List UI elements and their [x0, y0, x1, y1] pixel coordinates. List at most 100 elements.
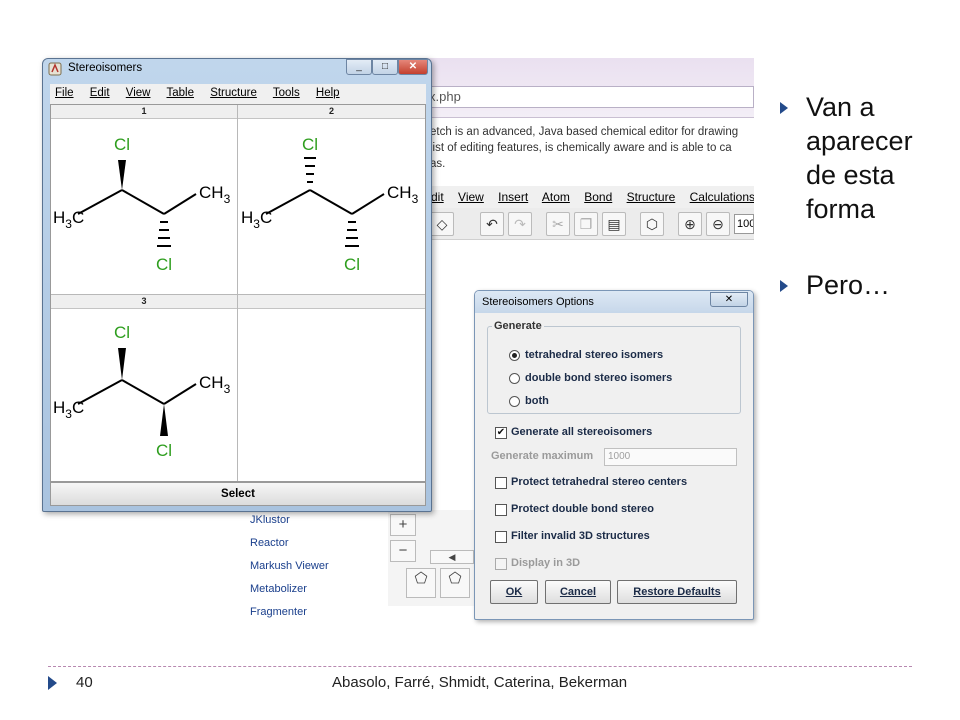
- redo-icon[interactable]: ↷: [508, 212, 532, 236]
- tools-link-list: JKlustor Reactor Markush Viewer Metaboli…: [250, 514, 388, 629]
- link-jklustor[interactable]: JKlustor: [250, 514, 388, 537]
- atom-cl: Cl: [156, 255, 172, 274]
- select-button[interactable]: Select: [50, 482, 426, 506]
- molecule-1[interactable]: Cl Cl H3C CH3: [50, 120, 236, 280]
- pentagon-tool-icon[interactable]: ⬠: [406, 568, 436, 598]
- checkbox-label: Generate all stereoisomers: [511, 426, 653, 438]
- atom-cl: Cl: [344, 255, 360, 274]
- bullet-text-1: Van a aparecer de esta forma: [806, 90, 913, 226]
- group-ch3: CH3: [387, 183, 419, 206]
- group-h3c: H3C: [53, 208, 84, 231]
- menu-table[interactable]: Table: [166, 87, 194, 99]
- menu-structure[interactable]: Structure: [627, 190, 676, 204]
- window-title: Stereoisomers: [68, 62, 143, 74]
- description-line: as.: [430, 158, 446, 170]
- generate-max-label: Generate maximum: [491, 450, 594, 462]
- editor-side-panel: + − ◀ ⬠ ⬠: [388, 510, 474, 606]
- scroll-left-icon[interactable]: ◀: [430, 550, 474, 564]
- menu-file[interactable]: File: [55, 87, 74, 99]
- menu-structure[interactable]: Structure: [210, 87, 257, 99]
- clean-structure-icon[interactable]: ⬡: [640, 212, 664, 236]
- generate-max-input[interactable]: 1000: [604, 448, 737, 466]
- undo-icon[interactable]: ↶: [480, 212, 504, 236]
- bullet-icon: [780, 102, 788, 114]
- radio-label: both: [525, 395, 549, 407]
- link-fragmenter[interactable]: Fragmenter: [250, 606, 388, 629]
- grid-divider: [51, 294, 425, 295]
- generate-legend: Generate: [492, 320, 544, 332]
- bullet-text-2: Pero…: [806, 270, 891, 300]
- menu-tools[interactable]: Tools: [273, 87, 300, 99]
- atom-cl: Cl: [114, 323, 130, 342]
- copy-icon[interactable]: ❐: [574, 212, 598, 236]
- link-metabolizer[interactable]: Metabolizer: [250, 583, 388, 606]
- protect-tetrahedral-checkbox[interactable]: [495, 477, 507, 489]
- footer-divider: [48, 666, 912, 667]
- display-3d-checkbox[interactable]: [495, 558, 507, 570]
- menu-bond[interactable]: Bond: [584, 190, 612, 204]
- restore-defaults-button[interactable]: Restore Defaults: [617, 580, 737, 604]
- group-ch3: CH3: [199, 183, 231, 206]
- group-ch3: CH3: [199, 373, 231, 396]
- menu-view[interactable]: View: [458, 190, 484, 204]
- cut-icon[interactable]: ✂: [546, 212, 570, 236]
- cancel-button[interactable]: Cancel: [545, 580, 611, 604]
- cell-header: 2: [238, 105, 425, 119]
- atom-cl: Cl: [156, 441, 172, 460]
- atom-cl: Cl: [114, 135, 130, 154]
- bullet-line: forma: [806, 194, 876, 224]
- plus-icon[interactable]: +: [390, 514, 416, 536]
- menu-insert[interactable]: Insert: [498, 190, 528, 204]
- group-h3c: H3C: [53, 398, 84, 421]
- stereo-menubar: File Edit View Table Structure Tools Hel…: [50, 84, 426, 104]
- molecule-3[interactable]: Cl Cl H3C CH3: [50, 310, 236, 470]
- zoom-field[interactable]: 100: [734, 214, 754, 234]
- filter-invalid-3d-checkbox[interactable]: [495, 531, 507, 543]
- maximize-icon[interactable]: □: [372, 59, 398, 75]
- checkbox-label: Display in 3D: [511, 557, 581, 569]
- bullet-line: Van a: [806, 92, 875, 122]
- eraser-icon[interactable]: ◇: [430, 212, 454, 236]
- footer-bullet-icon: [48, 676, 57, 690]
- ring-tool-icon[interactable]: ⬠: [440, 568, 470, 598]
- link-reactor[interactable]: Reactor: [250, 537, 388, 560]
- page-description: etch is an advanced, Java based chemical…: [430, 124, 754, 172]
- menu-calculations[interactable]: Calculations: [690, 190, 754, 204]
- generate-all-checkbox[interactable]: ✔: [495, 427, 507, 439]
- group-h3c: H3C: [241, 208, 272, 231]
- radio-both[interactable]: [509, 396, 520, 407]
- address-bar[interactable]: x.php: [388, 86, 754, 108]
- radio-double-bond[interactable]: [509, 373, 520, 384]
- protect-double-bond-checkbox[interactable]: [495, 504, 507, 516]
- editor-menubar: dit View Insert Atom Bond Structure Calc…: [388, 186, 754, 208]
- radio-tetrahedral[interactable]: [509, 350, 520, 361]
- close-icon[interactable]: ✕: [398, 59, 428, 75]
- menu-edit[interactable]: Edit: [90, 87, 110, 99]
- menu-edit[interactable]: dit: [431, 190, 444, 204]
- ok-button[interactable]: OK: [490, 580, 538, 604]
- menu-view[interactable]: View: [126, 87, 151, 99]
- cell-header: 1: [51, 105, 237, 119]
- minus-icon[interactable]: −: [390, 540, 416, 562]
- cell-header: 3: [51, 295, 237, 309]
- bullet-icon: [780, 280, 788, 292]
- close-icon[interactable]: ✕: [710, 292, 748, 307]
- link-markush-viewer[interactable]: Markush Viewer: [250, 560, 388, 583]
- minimize-icon[interactable]: _: [346, 59, 372, 75]
- molecule-2[interactable]: Cl Cl H3C CH3: [238, 120, 424, 280]
- atom-cl: Cl: [302, 135, 318, 154]
- checkbox-label: Protect tetrahedral stereo centers: [511, 476, 688, 488]
- menu-atom[interactable]: Atom: [542, 190, 570, 204]
- app-icon: [48, 62, 62, 76]
- empty-cell-header: [238, 295, 425, 309]
- zoom-in-icon[interactable]: ⊕: [678, 212, 702, 236]
- paste-icon[interactable]: ▤: [602, 212, 626, 236]
- description-line: etch is an advanced, Java based chemical…: [430, 126, 739, 138]
- page-number: 40: [76, 674, 93, 691]
- checkbox-label: Filter invalid 3D structures: [511, 530, 650, 542]
- menu-help[interactable]: Help: [316, 87, 340, 99]
- checkbox-label: Protect double bond stereo: [511, 503, 655, 515]
- zoom-out-icon[interactable]: ⊖: [706, 212, 730, 236]
- dialog-title: Stereoisomers Options: [482, 296, 594, 308]
- description-line: list of editing features, is chemically …: [430, 142, 732, 154]
